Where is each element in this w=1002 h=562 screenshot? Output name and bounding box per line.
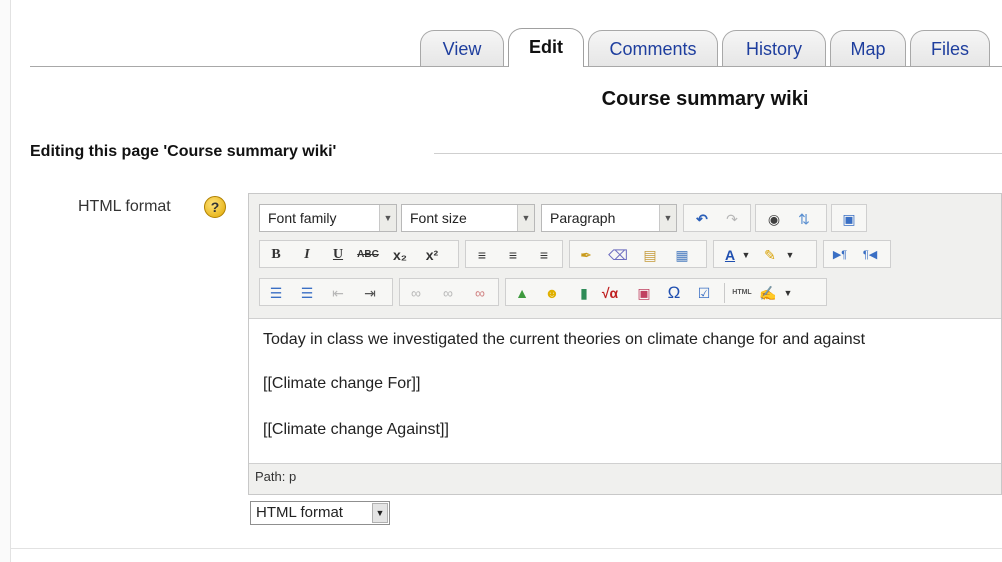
replace-icon[interactable]: ⇅ xyxy=(792,207,816,231)
direction-group: ▶¶ ¶◀ xyxy=(823,240,891,268)
cleanup-icon[interactable]: ✒ xyxy=(574,243,598,267)
subscript-icon[interactable]: x₂ xyxy=(388,243,412,267)
media-icon[interactable]: ▣ xyxy=(632,281,656,305)
emoticon-icon[interactable]: ☻ xyxy=(540,281,564,305)
underline-icon[interactable]: U xyxy=(326,243,350,267)
align-right-icon[interactable]: ≡ xyxy=(532,243,556,267)
paragraph-format-select-value: Paragraph xyxy=(550,210,616,226)
superscript-icon[interactable]: x² xyxy=(420,243,444,267)
font-family-select-value: Font family xyxy=(268,210,337,226)
chevron-down-icon[interactable]: ▼ xyxy=(782,281,794,305)
frame-border-bottom xyxy=(10,548,1002,549)
chevron-down-icon[interactable]: ▼ xyxy=(740,243,752,267)
link-group: ∞ ∞ ∞ xyxy=(399,278,499,306)
tab-map[interactable]: Map xyxy=(830,30,906,66)
frame-shade xyxy=(0,0,10,562)
spellcheck-icon[interactable]: ✍ xyxy=(756,281,780,305)
chevron-down-icon: ▼ xyxy=(517,205,534,231)
html-format-label: HTML format xyxy=(78,198,171,215)
text-color-icon[interactable]: A xyxy=(718,243,742,267)
html-editor: Font family ▼ Font size ▼ Paragraph ▼ ↶ … xyxy=(248,193,1002,495)
align-left-icon[interactable]: ≡ xyxy=(470,243,494,267)
chevron-down-icon[interactable]: ▼ xyxy=(784,243,796,267)
outdent-icon[interactable]: ⇤ xyxy=(326,281,350,305)
unlink-icon[interactable]: ∞ xyxy=(436,281,460,305)
paste-word-icon[interactable]: ▦ xyxy=(670,243,694,267)
format-select[interactable]: HTML format ▼ xyxy=(250,501,390,525)
indent-icon[interactable]: ⇥ xyxy=(358,281,382,305)
font-size-select[interactable]: Font size ▼ xyxy=(401,204,535,232)
chevron-down-icon: ▼ xyxy=(659,205,676,231)
numbered-list-icon[interactable]: ☰ xyxy=(295,281,319,305)
remove-format-icon[interactable]: ⌫ xyxy=(606,243,630,267)
spellcheck-toggle-icon[interactable]: ☑ xyxy=(692,281,716,305)
font-size-select-value: Font size xyxy=(410,210,467,226)
tab-view[interactable]: View xyxy=(420,30,504,66)
insert-group: ▲ ☻ ▮ √α ▣ Ω ☑ HTML ✍ ▼ xyxy=(505,278,827,306)
wiki-link-icon[interactable]: ∞ xyxy=(468,281,492,305)
special-char-icon[interactable]: Ω xyxy=(662,281,686,305)
paragraph-format-select[interactable]: Paragraph ▼ xyxy=(541,204,677,232)
element-path-bar: Path: p xyxy=(255,469,297,484)
clipboard-group: ✒ ⌫ ▤ ▦ xyxy=(569,240,707,268)
image-icon[interactable]: ▲ xyxy=(510,281,534,305)
color-group: A ▼ ✎ ▼ xyxy=(713,240,817,268)
tab-history[interactable]: History xyxy=(722,30,826,66)
legend-rule xyxy=(434,153,1002,154)
tab-files[interactable]: Files xyxy=(910,30,990,66)
fullscreen-icon[interactable]: ▣ xyxy=(837,207,861,231)
alignment-group: ≡ ≡ ≡ xyxy=(465,240,563,268)
search-group: ◉ ⇅ xyxy=(755,204,827,232)
font-family-select[interactable]: Font family ▼ xyxy=(259,204,397,232)
link-icon[interactable]: ∞ xyxy=(404,281,428,305)
page-title: Course summary wiki xyxy=(601,88,809,110)
editor-content-area[interactable]: Today in class we investigated the curre… xyxy=(249,318,1001,464)
find-icon[interactable]: ◉ xyxy=(762,207,786,231)
bullet-list-icon[interactable]: ☰ xyxy=(264,281,288,305)
ltr-icon[interactable]: ▶¶ xyxy=(828,243,852,267)
html-source-icon[interactable]: HTML xyxy=(730,281,754,305)
history-group: ↶ ↷ xyxy=(683,204,751,232)
fullscreen-group: ▣ xyxy=(831,204,867,232)
content-paragraph: Today in class we investigated the curre… xyxy=(263,331,866,348)
toolbar-separator xyxy=(724,283,725,303)
undo-icon[interactable]: ↶ xyxy=(690,207,714,231)
list-group: ☰ ☰ ⇤ ⇥ xyxy=(259,278,393,306)
wiki-link-paragraph: [[Climate change Against]] xyxy=(263,421,449,438)
tab-edit[interactable]: Edit xyxy=(508,28,584,67)
chevron-down-icon: ▼ xyxy=(379,205,396,231)
paste-text-icon[interactable]: ▤ xyxy=(638,243,662,267)
italic-icon[interactable]: I xyxy=(295,243,319,267)
chevron-down-icon: ▼ xyxy=(372,503,388,523)
align-center-icon[interactable]: ≡ xyxy=(501,243,525,267)
strikethrough-icon[interactable]: ABC xyxy=(356,243,380,267)
math-icon[interactable]: √α xyxy=(598,281,622,305)
bold-icon[interactable]: B xyxy=(264,243,288,267)
format-select-value: HTML format xyxy=(256,504,343,521)
highlight-color-icon[interactable]: ✎ xyxy=(758,243,782,267)
tab-comments[interactable]: Comments xyxy=(588,30,718,66)
rtl-icon[interactable]: ¶◀ xyxy=(858,243,882,267)
form-legend: Editing this page 'Course summary wiki' xyxy=(30,143,337,160)
frame-border-left xyxy=(10,0,11,562)
help-icon[interactable]: ? xyxy=(204,196,226,218)
wiki-link-paragraph: [[Climate change For]] xyxy=(263,375,421,392)
redo-icon[interactable]: ↷ xyxy=(720,207,744,231)
text-style-group: B I U ABC x₂ x² xyxy=(259,240,459,268)
bookmark-icon[interactable]: ▮ xyxy=(572,281,596,305)
